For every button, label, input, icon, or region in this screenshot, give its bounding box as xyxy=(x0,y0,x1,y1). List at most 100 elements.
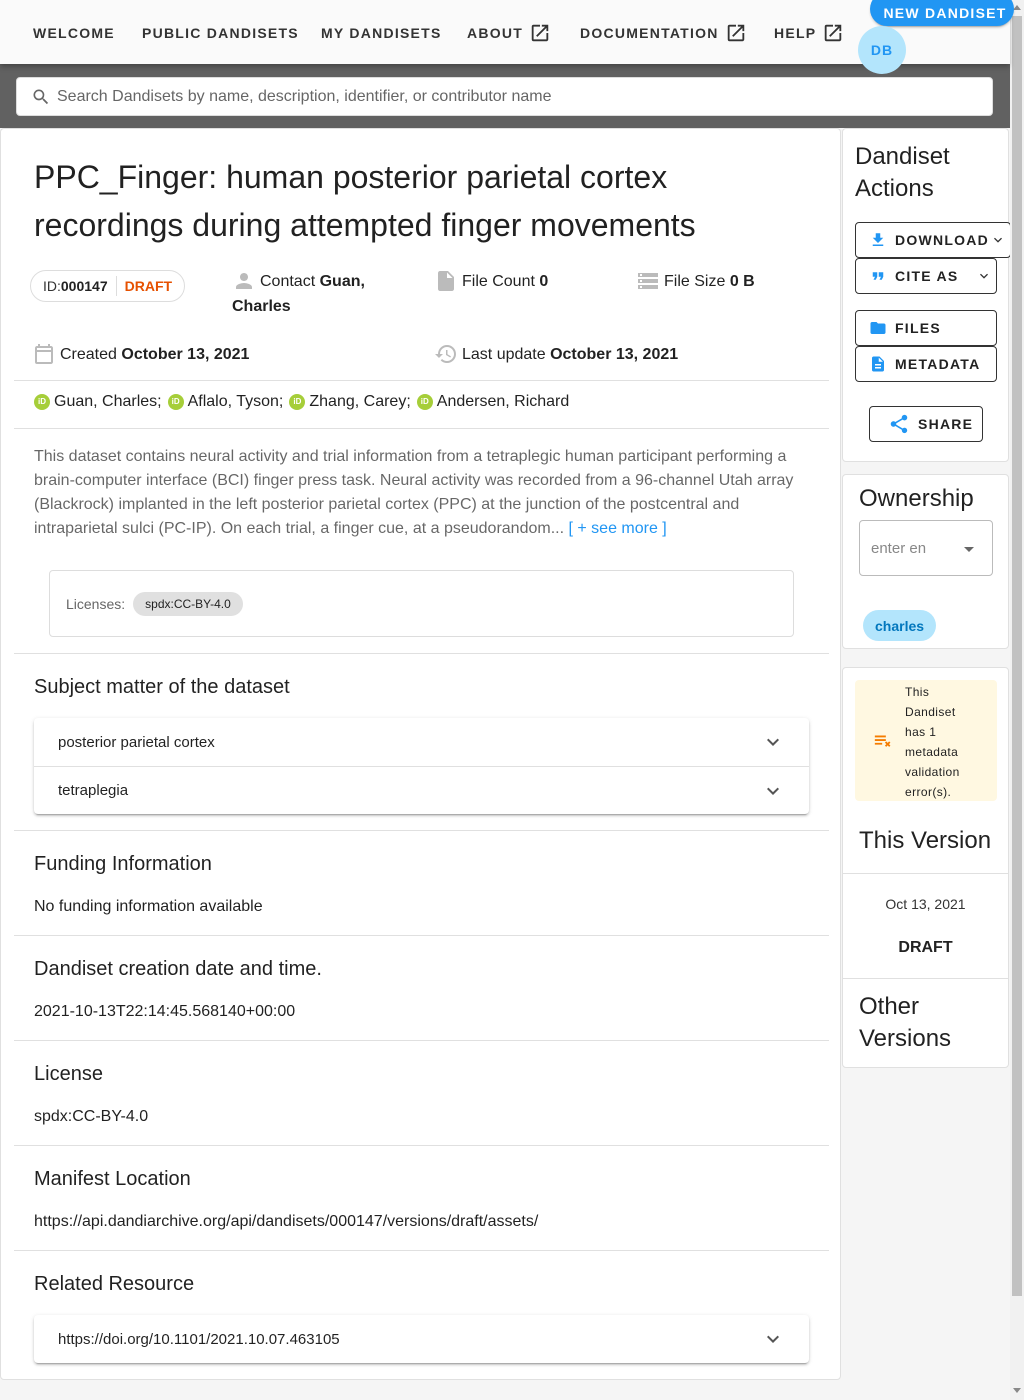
share-label: SHARE xyxy=(918,416,974,432)
chevron-down-icon xyxy=(980,273,988,279)
funding-title: Funding Information xyxy=(34,853,212,875)
creation-text: 2021-10-13T22:14:45.568140+00:00 xyxy=(34,1003,296,1020)
subject-item-label: tetraplegia xyxy=(58,782,129,799)
related-resource-item[interactable]: https://doi.org/10.1101/2021.10.07.46310… xyxy=(34,1315,809,1363)
nav-welcome-label: WELCOME xyxy=(33,25,115,41)
ownership-title: Ownership xyxy=(859,485,974,512)
chip-divider xyxy=(115,276,117,296)
file-size-value: 0 B xyxy=(729,273,755,290)
cite-as-button[interactable]: CITE AS xyxy=(855,258,997,294)
nav-public-dandisets-label: PUBLIC DANDISETS xyxy=(142,25,299,41)
new-dandiset-label: NEW DANDISET xyxy=(883,5,1007,21)
owner-select-placeholder: enter en xyxy=(871,539,927,557)
chevron-down-icon xyxy=(767,1335,779,1343)
version-status[interactable]: DRAFT xyxy=(843,939,1008,957)
subject-matter-panels: posterior parietal cortex tetraplegia xyxy=(34,718,809,814)
divider xyxy=(843,873,1008,874)
nav-welcome[interactable]: WELCOME xyxy=(33,22,115,44)
owner-chip[interactable]: charles xyxy=(863,610,937,641)
share-icon xyxy=(890,414,908,434)
subject-item[interactable]: posterior parietal cortex xyxy=(34,718,809,766)
orcid-icon: iD xyxy=(167,394,184,410)
avatar[interactable]: DB xyxy=(858,26,906,74)
page-scrollbar[interactable] xyxy=(1010,0,1024,1400)
divider xyxy=(14,830,829,831)
related-resource-label: https://doi.org/10.1101/2021.10.07.46310… xyxy=(58,1330,340,1348)
search-input[interactable] xyxy=(57,87,992,106)
this-version-title: This Version xyxy=(859,827,992,854)
dandiset-actions-card: Dandiset Actions DOWNLOAD CITE AS FILES … xyxy=(842,128,1011,462)
file-count: File Count 0 xyxy=(434,269,548,294)
search-box[interactable] xyxy=(16,77,993,116)
files-button[interactable]: FILES xyxy=(855,310,997,346)
orcid-icon: iD xyxy=(416,394,433,410)
subject-item[interactable]: tetraplegia xyxy=(34,766,809,814)
creation-title: Dandiset creation date and time. xyxy=(34,958,322,980)
owner-select[interactable]: enter en xyxy=(859,520,993,576)
scroll-down-arrow-icon[interactable] xyxy=(1013,1388,1021,1393)
file-size-label: File Size xyxy=(664,273,726,290)
divider xyxy=(843,978,1008,979)
scrollbar-thumb[interactable] xyxy=(1012,16,1022,1296)
version-date[interactable]: Oct 13, 2021 xyxy=(843,896,1008,912)
ownership-card: Ownership enter en charles xyxy=(842,474,1009,649)
file-count-value: 0 xyxy=(539,273,549,290)
id-label: ID: xyxy=(43,278,61,294)
last-update-label: Last update xyxy=(462,346,546,363)
page-title: PPC_Finger: human posterior parietal cor… xyxy=(34,159,696,243)
chevron-down-icon xyxy=(767,787,779,795)
contributor[interactable]: iD Aflalo, Tyson; xyxy=(167,393,283,411)
id-chip: ID: 000147 DRAFT xyxy=(30,270,186,302)
file-count-label: File Count xyxy=(462,273,535,290)
file-size: File Size 0 B xyxy=(636,269,755,294)
download-label: DOWNLOAD xyxy=(895,232,989,248)
external-link-icon xyxy=(825,24,842,42)
last-update-value: October 13, 2021 xyxy=(550,346,679,363)
subject-matter-title: Subject matter of the dataset xyxy=(34,676,290,698)
nav-documentation[interactable]: DOCUMENTATION xyxy=(580,22,747,44)
calendar-icon xyxy=(35,344,53,364)
contributor-name: Andersen, Richard xyxy=(436,393,570,410)
last-update: Last update October 13, 2021 xyxy=(434,342,678,367)
licenses-box: Licenses: spdx:CC-BY-4.0 xyxy=(49,570,794,637)
files-label: FILES xyxy=(895,320,941,336)
contributor-name: Zhang, Carey; xyxy=(309,393,411,410)
metadata-button[interactable]: METADATA xyxy=(855,346,997,382)
validation-warning[interactable]: This Dandiset has 1 metadata validation … xyxy=(855,680,997,801)
contributors-list: iD Guan, Charles; iD Aflalo, Tyson; iD Zhan… xyxy=(34,393,575,411)
scroll-up-arrow-icon[interactable] xyxy=(1013,5,1021,10)
divider xyxy=(14,380,829,381)
license-title: License xyxy=(34,1063,103,1085)
subject-item-label: posterior parietal cortex xyxy=(58,733,215,751)
search-icon xyxy=(33,89,49,104)
chevron-down-icon xyxy=(994,237,1002,243)
contributor[interactable]: iD Andersen, Richard xyxy=(416,393,570,411)
app-bar: WELCOME PUBLIC DANDISETS MY DANDISETS AB… xyxy=(0,0,1014,74)
divider xyxy=(14,1040,829,1041)
storage-icon xyxy=(638,273,658,289)
licenses-label: Licenses: xyxy=(66,595,126,612)
history-icon xyxy=(435,345,456,363)
contributor[interactable]: iD Zhang, Carey; xyxy=(289,393,411,411)
download-button[interactable]: DOWNLOAD xyxy=(855,222,1011,258)
contact-label: Contact xyxy=(260,273,316,290)
divider xyxy=(14,1145,829,1146)
contributor[interactable]: iD Guan, Charles; xyxy=(34,393,162,411)
see-more-link[interactable]: [ + see more ] xyxy=(568,520,666,537)
nav-my-dandisets[interactable]: MY DANDISETS xyxy=(321,22,442,44)
nav-about[interactable]: ABOUT xyxy=(467,22,551,44)
share-button[interactable]: SHARE xyxy=(869,406,983,442)
new-dandiset-button[interactable]: NEW DANDISET xyxy=(870,0,1014,26)
external-link-icon xyxy=(531,24,549,42)
nav-public-dandisets[interactable]: PUBLIC DANDISETS xyxy=(142,22,299,44)
divider xyxy=(14,428,829,429)
validation-warning-text: This Dandiset has 1 metadata validation … xyxy=(905,685,960,799)
nav-help[interactable]: HELP xyxy=(774,22,844,44)
chevron-down-icon xyxy=(767,738,779,746)
search-strip xyxy=(0,64,1010,128)
versions-card: This Dandiset has 1 metadata validation … xyxy=(842,667,1009,1068)
actions-title: Dandiset Actions xyxy=(855,143,950,202)
person-icon xyxy=(236,273,252,289)
avatar-initials: DB xyxy=(870,42,894,58)
dropdown-arrow-icon xyxy=(964,547,974,552)
